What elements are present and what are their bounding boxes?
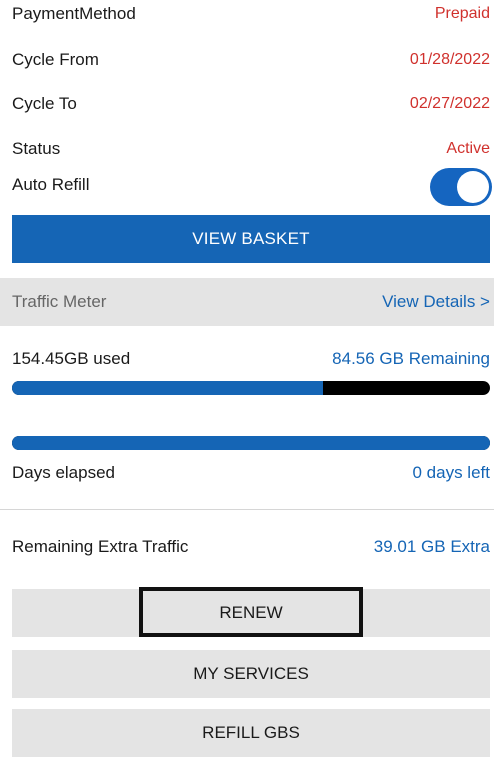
renew-highlight-frame: [139, 587, 363, 637]
my-services-button[interactable]: MY SERVICES: [12, 650, 490, 698]
payment-method-row: PaymentMethod Prepaid: [12, 4, 490, 24]
view-details-link[interactable]: View Details >: [382, 292, 490, 312]
days-progress-bar: [12, 436, 490, 450]
auto-refill-row: Auto Refill: [12, 175, 414, 195]
toggle-knob: [457, 171, 489, 203]
status-row: Status Active: [12, 139, 490, 159]
payment-method-value: Prepaid: [434, 5, 490, 22]
section-divider: [0, 509, 494, 510]
usage-row: 154.45GB used 84.56 GB Remaining: [12, 349, 490, 369]
cycle-from-label: Cycle From: [12, 50, 99, 69]
days-row: Days elapsed 0 days left: [12, 463, 490, 483]
cycle-to-value: 02/27/2022: [409, 95, 490, 112]
traffic-meter-header: Traffic Meter View Details >: [0, 278, 494, 326]
days-elapsed-label: Days elapsed: [12, 463, 116, 482]
view-basket-button[interactable]: VIEW BASKET: [12, 215, 490, 263]
usage-progress-bar: [12, 381, 490, 395]
cycle-from-value: 01/28/2022: [409, 51, 490, 68]
status-label: Status: [12, 139, 61, 158]
extra-traffic-value: 39.01 GB Extra: [373, 537, 490, 556]
extra-traffic-label: Remaining Extra Traffic: [12, 537, 189, 556]
auto-refill-toggle[interactable]: [430, 168, 492, 206]
refill-gbs-label: REFILL GBS: [202, 723, 300, 742]
payment-method-label: PaymentMethod: [12, 4, 136, 23]
cycle-to-label: Cycle To: [12, 94, 77, 113]
traffic-meter-title: Traffic Meter: [12, 292, 107, 311]
auto-refill-label: Auto Refill: [12, 175, 90, 194]
cycle-from-row: Cycle From 01/28/2022: [12, 50, 490, 70]
days-progress-fill: [12, 436, 490, 450]
days-left-text: 0 days left: [412, 463, 491, 482]
cycle-to-row: Cycle To 02/27/2022: [12, 94, 490, 114]
my-services-label: MY SERVICES: [193, 664, 309, 683]
remaining-text: 84.56 GB Remaining: [332, 349, 490, 368]
extra-traffic-row: Remaining Extra Traffic 39.01 GB Extra: [12, 537, 490, 557]
usage-progress-fill: [12, 381, 323, 395]
status-value: Active: [446, 140, 490, 157]
used-text: 154.45GB used: [12, 349, 131, 368]
refill-gbs-button[interactable]: REFILL GBS: [12, 709, 490, 757]
